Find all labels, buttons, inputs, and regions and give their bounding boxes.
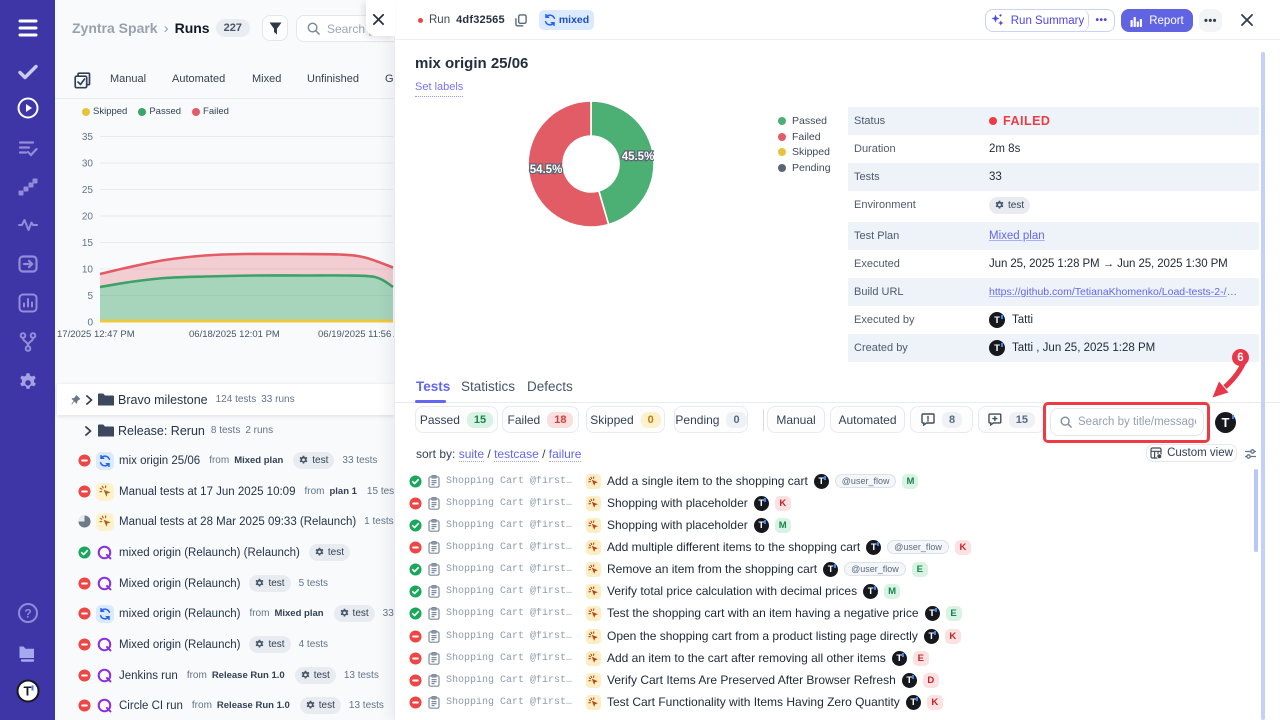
- svg-text:54.5%: 54.5%: [530, 164, 563, 176]
- svg-text:10: 10: [82, 265, 94, 276]
- svg-text:20: 20: [82, 212, 94, 223]
- svg-text:15: 15: [82, 238, 94, 249]
- svg-text:30: 30: [82, 159, 94, 170]
- svg-text:0: 0: [87, 318, 93, 329]
- svg-text:5: 5: [87, 291, 93, 302]
- svg-text:?: ?: [24, 606, 31, 620]
- svg-text:35: 35: [82, 132, 94, 143]
- svg-text:25: 25: [82, 185, 94, 196]
- svg-text:45.5%: 45.5%: [622, 151, 654, 163]
